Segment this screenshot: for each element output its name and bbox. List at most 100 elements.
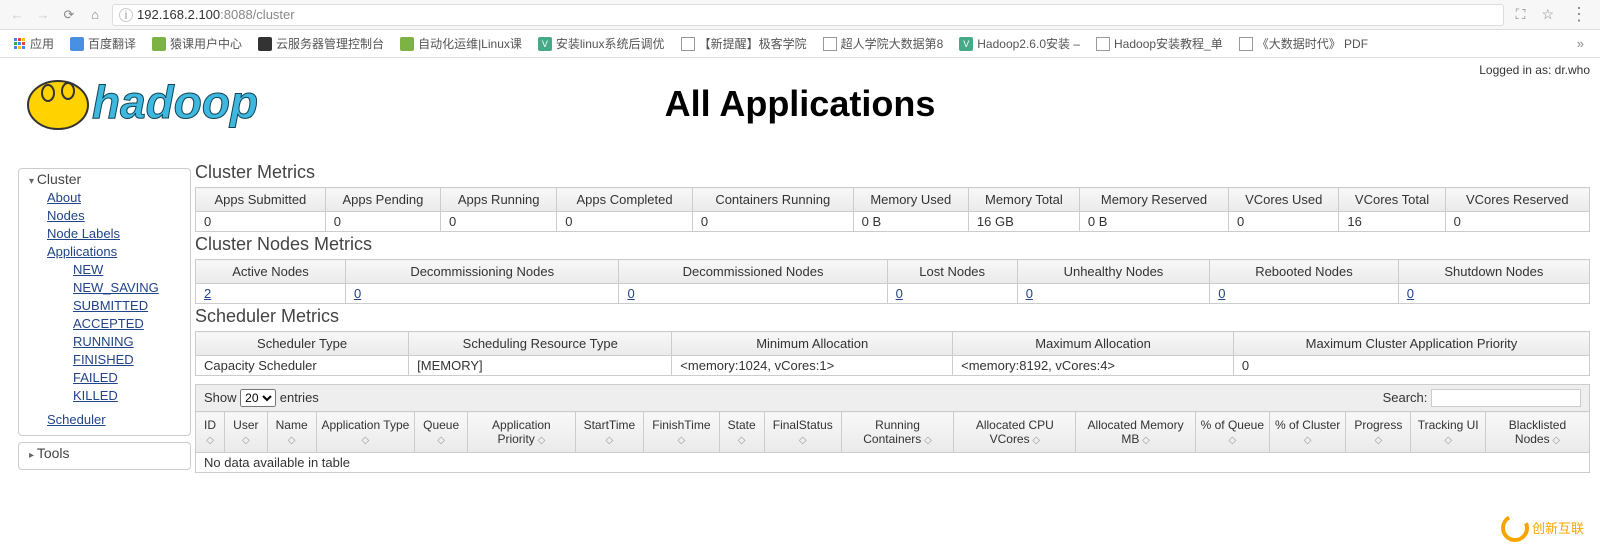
bookmark-item[interactable]: 《大数据时代》 PDF: [1233, 33, 1374, 54]
app-col-header[interactable]: Name: [267, 412, 316, 453]
favicon-icon: [823, 37, 837, 51]
svg-text:hadoop: hadoop: [92, 76, 258, 128]
bookmark-item[interactable]: 自动化运维|Linux课: [394, 33, 528, 54]
bookmark-star-icon[interactable]: ☆: [1537, 6, 1558, 23]
app-col-header[interactable]: % of Cluster: [1269, 412, 1345, 453]
col-header: Active Nodes: [196, 260, 346, 284]
sidebar: Cluster AboutNodesNode LabelsApplication…: [0, 160, 195, 484]
bookmark-item[interactable]: 【新提醒】极客学院: [675, 33, 813, 54]
favicon-icon: [152, 37, 166, 51]
app-col-header[interactable]: State: [719, 412, 764, 453]
address-bar[interactable]: i 192.168.2.100:8088/cluster: [112, 4, 1504, 26]
entries-select[interactable]: 20: [240, 389, 276, 407]
app-col-header[interactable]: FinishTime: [644, 412, 719, 453]
app-col-header[interactable]: Running Containers: [841, 412, 953, 453]
app-col-header[interactable]: StartTime: [575, 412, 644, 453]
app-col-header[interactable]: Queue: [415, 412, 468, 453]
translate-icon[interactable]: ⛶: [1512, 6, 1530, 23]
app-col-header[interactable]: Tracking UI: [1411, 412, 1486, 453]
metric-link[interactable]: 0: [1026, 286, 1033, 301]
metric-link[interactable]: 0: [1218, 286, 1225, 301]
cell: 0: [441, 212, 557, 232]
col-header: VCores Used: [1229, 188, 1339, 212]
bookmark-item[interactable]: VHadoop2.6.0安装 –: [953, 33, 1086, 54]
metric-link[interactable]: 2: [204, 286, 211, 301]
col-header: Scheduler Type: [196, 332, 409, 356]
url-text: 192.168.2.100:8088/cluster: [137, 7, 295, 22]
sidebar-sublink[interactable]: NEW_SAVING: [73, 279, 190, 297]
metric-link[interactable]: 0: [354, 286, 361, 301]
app-col-header[interactable]: % of Queue: [1195, 412, 1269, 453]
app-col-header[interactable]: User: [225, 412, 267, 453]
metric-link[interactable]: 0: [896, 286, 903, 301]
scheduler-metrics-table: Scheduler TypeScheduling Resource TypeMi…: [195, 331, 1590, 376]
apps-shortcut[interactable]: 应用: [8, 33, 60, 54]
apps-grid-icon: [14, 38, 26, 50]
app-col-header[interactable]: FinalStatus: [764, 412, 841, 453]
bookmark-item[interactable]: 云服务器管理控制台: [252, 33, 390, 54]
sidebar-sublink[interactable]: FAILED: [73, 369, 190, 387]
home-button[interactable]: ⌂: [86, 6, 104, 24]
col-header: Rebooted Nodes: [1210, 260, 1399, 284]
sidebar-sublink[interactable]: SUBMITTED: [73, 297, 190, 315]
sidebar-link[interactable]: Nodes: [47, 207, 190, 225]
watermark: 创新互联: [1500, 513, 1590, 546]
app-col-header[interactable]: Blacklisted Nodes: [1485, 412, 1589, 453]
sidebar-sublink[interactable]: FINISHED: [73, 351, 190, 369]
nodes-metrics-title: Cluster Nodes Metrics: [195, 234, 1590, 255]
bookmark-item[interactable]: 猿课用户中心: [146, 33, 248, 54]
favicon-icon: V: [959, 37, 973, 51]
search-box: Search:: [1383, 389, 1581, 407]
reload-button[interactable]: ⟳: [60, 6, 78, 24]
info-icon[interactable]: i: [119, 8, 133, 22]
app-col-header[interactable]: Application Type: [316, 412, 414, 453]
bookmark-item[interactable]: 超人学院大数据第8: [817, 33, 950, 54]
sidebar-sublink[interactable]: NEW: [73, 261, 190, 279]
sidebar-cluster-box: Cluster AboutNodesNode LabelsApplication…: [18, 168, 191, 436]
cell: 0: [887, 284, 1017, 304]
bookmark-item[interactable]: 百度翻译: [64, 33, 142, 54]
bookmarks-overflow-icon[interactable]: »: [1569, 36, 1592, 51]
col-header: VCores Reserved: [1445, 188, 1589, 212]
menu-icon[interactable]: ⋮: [1566, 4, 1592, 25]
bookmark-item[interactable]: V安装linux系统后调优: [532, 33, 671, 54]
favicon-icon: [1096, 37, 1110, 51]
metric-link[interactable]: 0: [1407, 286, 1414, 301]
favicon-icon: [681, 37, 695, 51]
col-header: Memory Used: [853, 188, 968, 212]
favicon-icon: [1239, 37, 1253, 51]
cluster-metrics-title: Cluster Metrics: [195, 162, 1590, 183]
cell: 0 B: [853, 212, 968, 232]
app-col-header[interactable]: ID: [196, 412, 225, 453]
sidebar-link[interactable]: Node Labels: [47, 225, 190, 243]
col-header: VCores Total: [1339, 188, 1445, 212]
col-header: Memory Reserved: [1079, 188, 1228, 212]
sidebar-link-scheduler[interactable]: Scheduler: [47, 411, 190, 429]
cell: 0: [1398, 284, 1589, 304]
app-col-header[interactable]: Application Priority: [468, 412, 575, 453]
app-col-header[interactable]: Allocated Memory MB: [1076, 412, 1195, 453]
sidebar-link[interactable]: About: [47, 189, 190, 207]
sidebar-link[interactable]: Applications: [47, 243, 190, 261]
sidebar-sublink[interactable]: ACCEPTED: [73, 315, 190, 333]
sidebar-sublink[interactable]: RUNNING: [73, 333, 190, 351]
col-header: Memory Total: [968, 188, 1079, 212]
back-button[interactable]: ←: [8, 6, 26, 24]
sidebar-sublink[interactable]: KILLED: [73, 387, 190, 405]
cell: <memory:8192, vCores:4>: [953, 356, 1234, 376]
col-header: Lost Nodes: [887, 260, 1017, 284]
cluster-metrics-table: Apps SubmittedApps PendingApps RunningAp…: [195, 187, 1590, 232]
search-input[interactable]: [1431, 389, 1581, 407]
favicon-icon: V: [538, 37, 552, 51]
cell: <memory:1024, vCores:1>: [672, 356, 953, 376]
app-col-header[interactable]: Progress: [1346, 412, 1411, 453]
sidebar-cluster-heading[interactable]: Cluster: [19, 169, 190, 189]
hadoop-logo: hadoop: [20, 63, 320, 141]
metric-link[interactable]: 0: [627, 286, 634, 301]
bookmark-item[interactable]: Hadoop安装教程_单: [1090, 33, 1229, 54]
cell: 16 GB: [968, 212, 1079, 232]
cell: Capacity Scheduler: [196, 356, 409, 376]
app-col-header[interactable]: Allocated CPU VCores: [954, 412, 1076, 453]
forward-button[interactable]: →: [34, 6, 52, 24]
sidebar-tools-heading[interactable]: Tools: [19, 443, 190, 463]
